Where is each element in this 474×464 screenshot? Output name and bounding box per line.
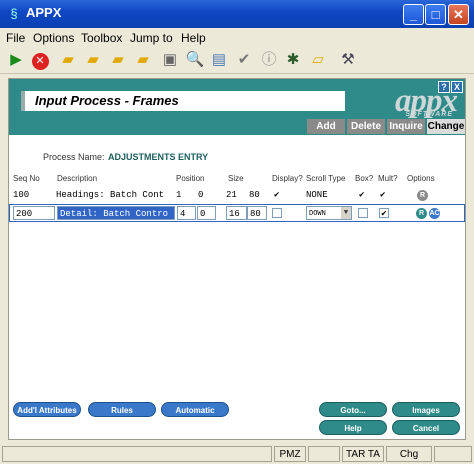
table-row-selected[interactable]: 200 Detail: Batch Contro 4 0 16 80 DOWN ▼… [9, 204, 465, 222]
main-panel: ? X Input Process - Frames appx SOFTWARE … [8, 78, 466, 440]
status-user: PMZ [274, 446, 306, 462]
tab-inquire[interactable]: Inquire [387, 119, 425, 134]
col-display: Display? [272, 174, 303, 183]
tab-add[interactable]: Add [307, 119, 345, 134]
menu-jump-to[interactable]: Jump to [130, 31, 173, 45]
tab-change[interactable]: Change [427, 119, 465, 134]
row-box-checkbox[interactable] [358, 208, 368, 218]
col-seq-no: Seq No [13, 174, 40, 183]
maximize-button[interactable]: □ [425, 4, 446, 25]
close-button[interactable]: ✕ [448, 4, 469, 25]
col-options: Options [407, 174, 435, 183]
window-title: APPX [26, 5, 62, 20]
tv-icon[interactable]: ▣ [160, 50, 180, 70]
row-size-lines-field[interactable]: 16 [226, 206, 247, 220]
row-seq-field[interactable]: 200 [13, 206, 55, 220]
preview-icon[interactable]: ▤ [209, 50, 229, 70]
row-scroll-type[interactable]: NONE [306, 187, 328, 204]
rules-button[interactable]: Rules [88, 402, 156, 417]
addl-attributes-button[interactable]: Add'l Attributes [13, 402, 81, 417]
row-display-checkbox[interactable] [272, 208, 282, 218]
menu-toolbox[interactable]: Toolbox [81, 31, 122, 45]
row-position-line[interactable]: 1 [176, 187, 181, 204]
cancel-button[interactable]: Cancel [392, 420, 460, 435]
minimize-button[interactable]: _ [403, 4, 424, 25]
automatic-children-button[interactable]: Automatic Children [161, 402, 229, 430]
page-title: Input Process - Frames [35, 93, 179, 108]
row-position-column[interactable]: 0 [198, 187, 203, 204]
stop-icon[interactable]: ✕ [30, 50, 50, 70]
goto-button[interactable]: Goto... [319, 402, 387, 417]
app-icon: § [10, 6, 18, 21]
option-r-button[interactable]: R [416, 208, 427, 219]
row-mult-check[interactable]: ✔ [380, 187, 385, 204]
status-blank-2 [434, 446, 472, 462]
folder-open-icon[interactable]: ▱ [308, 50, 328, 70]
process-name-value: ADJUSTMENTS ENTRY [108, 152, 209, 162]
status-mode: Chg [386, 446, 432, 462]
menu-file[interactable]: File [6, 31, 25, 45]
help-button[interactable]: Help [319, 420, 387, 435]
row-box-check[interactable]: ✔ [359, 187, 364, 204]
option-ac-button[interactable]: AC [429, 208, 440, 219]
title-bar: § APPX _ □ ✕ [0, 0, 474, 28]
check-icon[interactable]: ✔ [234, 50, 254, 70]
col-box: Box? [355, 174, 374, 183]
status-app: TAR TA [342, 446, 384, 462]
row-position-line-field[interactable]: 4 [177, 206, 196, 220]
status-message [2, 446, 272, 462]
row-seq[interactable]: 100 [13, 187, 29, 204]
folder-icon[interactable]: ▰ [58, 50, 78, 70]
tools-icon[interactable]: ⚒ [338, 50, 358, 70]
option-r-button[interactable]: R [417, 190, 428, 201]
row-description[interactable]: Headings: Batch Cont [56, 187, 174, 204]
play-icon[interactable]: ▶ [6, 50, 26, 70]
menu-options[interactable]: Options [33, 31, 74, 45]
folder-icon[interactable]: ▰ [83, 50, 103, 70]
process-name-label: Process Name: [43, 152, 105, 162]
tab-delete[interactable]: Delete [347, 119, 385, 134]
col-scroll-type: Scroll Type [306, 174, 346, 183]
menu-help[interactable]: Help [181, 31, 206, 45]
row-mult-checkbox[interactable]: ✔ [379, 208, 389, 218]
folder-icon[interactable]: ▰ [133, 50, 153, 70]
chevron-down-icon[interactable]: ▼ [341, 207, 351, 219]
col-position: Position [176, 174, 205, 183]
status-bar: PMZ TAR TA Chg [0, 444, 474, 464]
bug-icon[interactable]: ✱ [283, 50, 303, 70]
page-title-box: Input Process - Frames [21, 91, 345, 111]
row-description-field[interactable]: Detail: Batch Contro [57, 206, 175, 220]
col-description: Description [57, 174, 98, 183]
row-display-check[interactable]: ✔ [274, 187, 279, 204]
status-blank [308, 446, 340, 462]
images-button[interactable]: Images [392, 402, 460, 417]
info-icon[interactable]: ⓘ [259, 50, 279, 70]
row-size-columns-field[interactable]: 80 [247, 206, 267, 220]
toolbar: ▶ ✕ ▰ ▰ ▰ ▰ ▣ 🔍 ▤ ✔ ⓘ ✱ ▱ ⚒ [0, 47, 474, 74]
menu-bar: File Options Toolbox Jump to Help [0, 28, 474, 47]
col-size: Size [228, 174, 244, 183]
folder-icon[interactable]: ▰ [108, 50, 128, 70]
search-icon[interactable]: 🔍 [185, 50, 205, 70]
row-size-columns[interactable]: 80 [249, 187, 260, 204]
row-size-lines[interactable]: 21 [226, 187, 237, 204]
table-row[interactable]: 100 Headings: Batch Cont 1 0 21 80 ✔ NON… [9, 187, 465, 205]
appx-logo-subtitle: SOFTWARE [405, 111, 453, 118]
scroll-type-select[interactable]: DOWN ▼ [306, 206, 352, 220]
header-banner: ? X Input Process - Frames appx SOFTWARE … [9, 79, 465, 135]
scroll-type-value: DOWN [309, 210, 326, 218]
row-position-column-field[interactable]: 0 [197, 206, 216, 220]
col-mult: Mult? [378, 174, 398, 183]
